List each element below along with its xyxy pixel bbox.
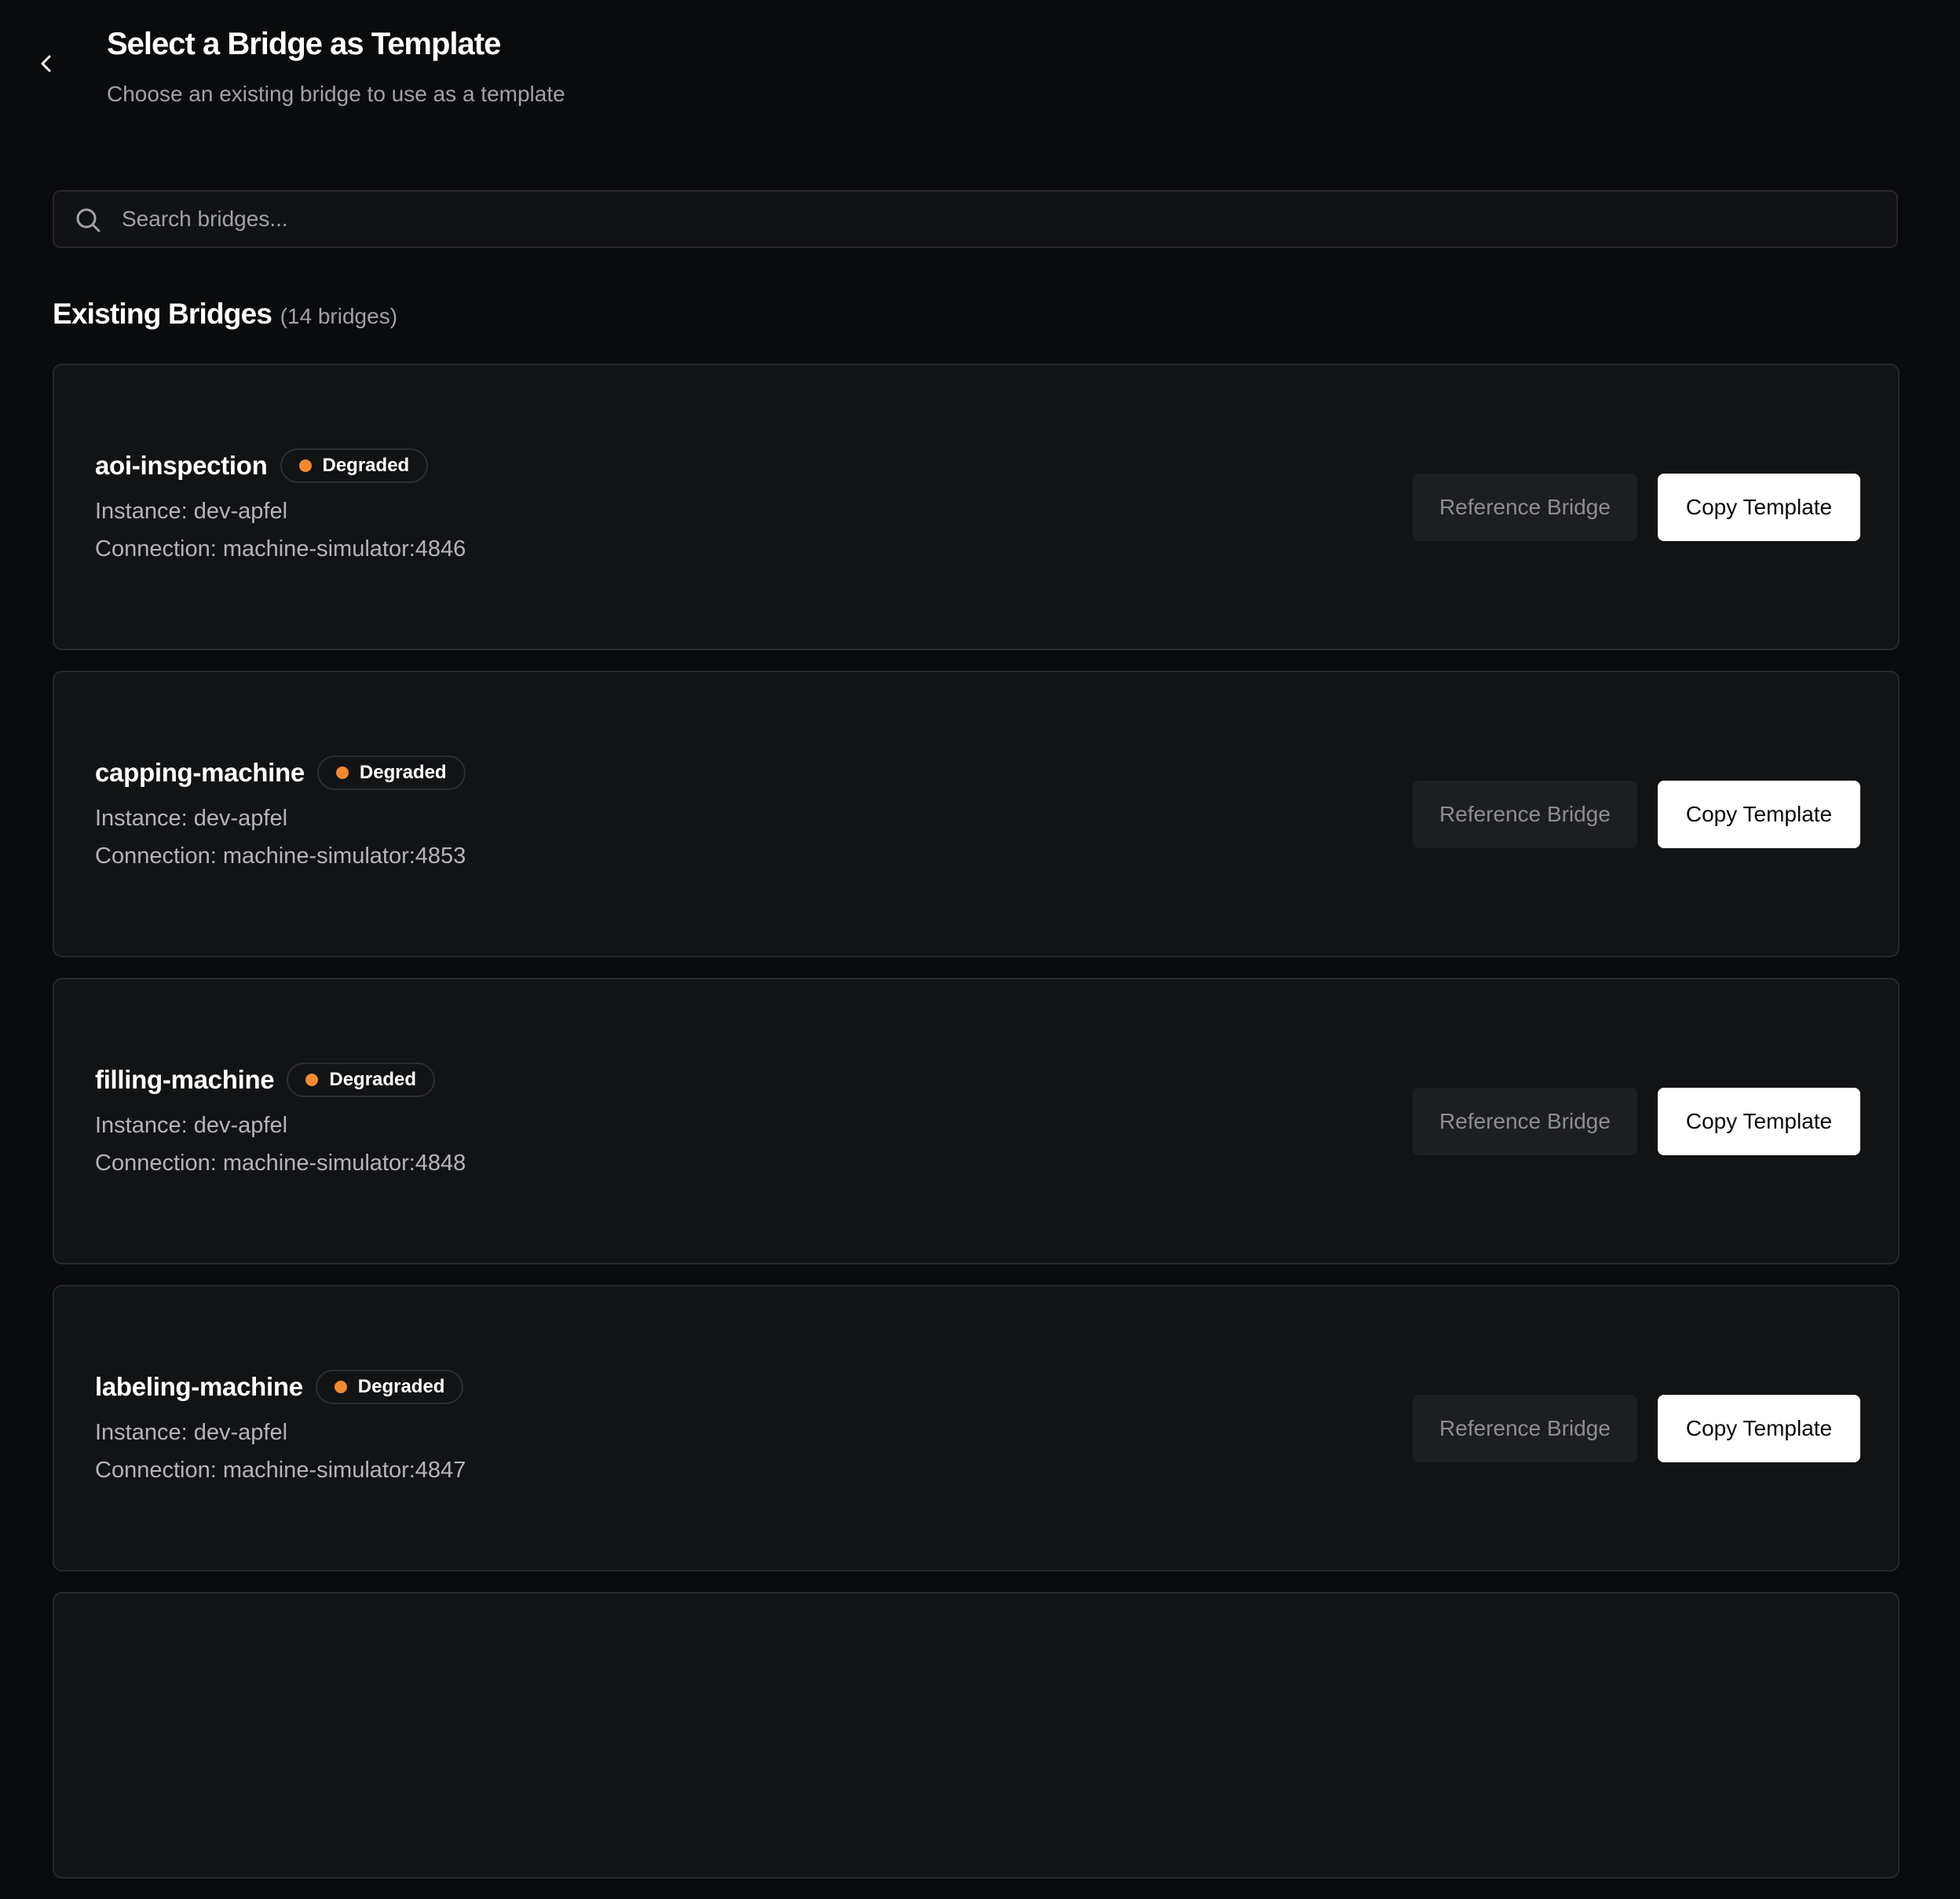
bridge-list: aoi-inspection Degraded Instance: dev-ap… xyxy=(53,364,1900,1899)
bridge-connection: Connection: machine-simulator:4853 xyxy=(95,843,466,869)
search-input[interactable] xyxy=(122,192,1849,247)
bridge-instance: Instance: dev-apfel xyxy=(95,1420,288,1445)
copy-template-button[interactable]: Copy Template xyxy=(1658,474,1860,541)
status-dot-icon xyxy=(334,1381,347,1393)
bridge-card: labeling-machine Degraded Instance: dev-… xyxy=(53,1285,1900,1572)
bridge-name: capping-machine xyxy=(95,758,305,787)
status-text: Degraded xyxy=(329,1069,417,1090)
copy-template-button[interactable]: Copy Template xyxy=(1658,1395,1860,1462)
bridge-name: labeling-machine xyxy=(95,1372,303,1401)
bridge-card: capping-machine Degraded Instance: dev-a… xyxy=(53,671,1900,957)
bridge-card: aoi-inspection Degraded Instance: dev-ap… xyxy=(53,364,1900,650)
status-badge: Degraded xyxy=(287,1063,436,1097)
status-dot-icon xyxy=(298,459,312,472)
copy-template-button[interactable]: Copy Template xyxy=(1658,781,1860,848)
section-heading: Existing Bridges (14 bridges) xyxy=(53,294,397,341)
bridge-card xyxy=(53,1592,1900,1879)
reference-bridge-button[interactable]: Reference Bridge xyxy=(1413,1088,1637,1155)
reference-bridge-button[interactable]: Reference Bridge xyxy=(1413,1395,1637,1462)
bridge-instance: Instance: dev-apfel xyxy=(95,806,288,831)
bridge-connection: Connection: machine-simulator:4847 xyxy=(95,1458,466,1483)
reference-bridge-button[interactable]: Reference Bridge xyxy=(1413,474,1637,541)
status-text: Degraded xyxy=(359,762,447,783)
bridge-header: labeling-machine Degraded xyxy=(95,1368,464,1406)
status-text: Degraded xyxy=(322,455,410,476)
bridge-header: aoi-inspection Degraded xyxy=(95,447,429,485)
copy-template-button[interactable]: Copy Template xyxy=(1658,1088,1860,1155)
status-dot-icon xyxy=(305,1074,319,1086)
bridge-name: filling-machine xyxy=(95,1065,275,1094)
back-button[interactable] xyxy=(31,49,61,79)
bridge-header: filling-machine Degraded xyxy=(95,1061,436,1099)
reference-bridge-button[interactable]: Reference Bridge xyxy=(1413,781,1637,848)
chevron-left-icon xyxy=(41,55,51,72)
status-badge: Degraded xyxy=(316,756,466,790)
bridge-count: (14 bridges) xyxy=(280,304,398,328)
search-icon xyxy=(76,208,101,232)
bridge-instance: Instance: dev-apfel xyxy=(95,499,288,524)
page-title: Select a Bridge as Template xyxy=(107,27,501,61)
search-bar[interactable] xyxy=(53,190,1898,248)
bridge-connection: Connection: machine-simulator:4846 xyxy=(95,536,466,562)
bridge-header: capping-machine Degraded xyxy=(95,754,466,792)
section-title: Existing Bridges xyxy=(53,298,272,330)
bridge-connection: Connection: machine-simulator:4848 xyxy=(95,1151,466,1176)
status-badge: Degraded xyxy=(280,448,429,483)
bridge-card: filling-machine Degraded Instance: dev-a… xyxy=(53,978,1900,1264)
status-text: Degraded xyxy=(357,1376,445,1397)
bridge-instance: Instance: dev-apfel xyxy=(95,1113,288,1138)
bridge-name: aoi-inspection xyxy=(95,451,268,480)
page-subtitle: Choose an existing bridge to use as a te… xyxy=(107,82,565,106)
status-dot-icon xyxy=(335,767,349,779)
status-badge: Degraded xyxy=(315,1370,464,1404)
